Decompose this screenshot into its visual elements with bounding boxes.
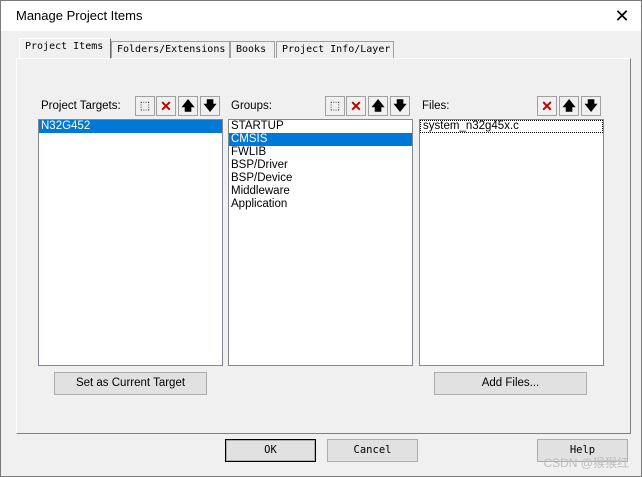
delete-icon[interactable]: ✕ bbox=[156, 96, 176, 116]
list-item[interactable]: FWLIB bbox=[229, 146, 412, 159]
arrow-down-icon[interactable]: 🡇 bbox=[581, 96, 601, 116]
arrow-up-icon[interactable]: 🡅 bbox=[368, 96, 388, 116]
delete-icon[interactable]: ✕ bbox=[346, 96, 366, 116]
arrow-up-icon[interactable]: 🡅 bbox=[559, 96, 579, 116]
list-item[interactable]: N32G452 bbox=[39, 120, 222, 133]
arrow-down-icon[interactable]: 🡇 bbox=[200, 96, 220, 116]
arrow-down-icon[interactable]: 🡇 bbox=[390, 96, 410, 116]
tab-books[interactable]: Books bbox=[230, 41, 275, 58]
tab-folders-extensions[interactable]: Folders/Extensions bbox=[111, 41, 230, 58]
cancel-button[interactable]: Cancel bbox=[327, 439, 418, 462]
list-item[interactable]: Application bbox=[229, 198, 412, 211]
list-item[interactable]: BSP/Device bbox=[229, 172, 412, 185]
add-files-button[interactable]: Add Files... bbox=[434, 372, 587, 395]
ok-button[interactable]: OK bbox=[225, 439, 316, 462]
close-icon[interactable]: ✕ bbox=[611, 5, 633, 27]
files-header: Files: ✕ 🡅 🡇 bbox=[419, 96, 604, 116]
list-item[interactable]: STARTUP bbox=[229, 120, 412, 133]
list-item[interactable]: CMSIS bbox=[229, 133, 412, 146]
tab-project-items[interactable]: Project Items bbox=[19, 38, 111, 59]
new-icon[interactable]: ⬚ bbox=[135, 96, 155, 116]
delete-icon[interactable]: ✕ bbox=[537, 96, 557, 116]
set-current-target-button[interactable]: Set as Current Target bbox=[54, 372, 207, 395]
groups-label: Groups: bbox=[231, 100, 272, 112]
groups-header: Groups: ⬚ ✕ 🡅 🡇 bbox=[228, 96, 413, 116]
targets-header: Project Targets: ⬚ ✕ 🡅 🡇 bbox=[38, 96, 223, 116]
targets-label: Project Targets: bbox=[41, 100, 121, 112]
title-bar: Manage Project Items ✕ bbox=[1, 1, 641, 31]
list-item[interactable]: system_n32g45x.c bbox=[420, 120, 603, 133]
tab-project-info-layer[interactable]: Project Info/Layer bbox=[276, 41, 394, 58]
groups-list[interactable]: STARTUP CMSIS FWLIB BSP/Driver BSP/Devic… bbox=[228, 119, 413, 366]
manage-project-items-dialog: Manage Project Items ✕ Project Items Fol… bbox=[0, 0, 642, 477]
list-item[interactable]: Middleware bbox=[229, 185, 412, 198]
targets-list[interactable]: N32G452 bbox=[38, 119, 223, 366]
arrow-up-icon[interactable]: 🡅 bbox=[178, 96, 198, 116]
list-item[interactable]: BSP/Driver bbox=[229, 159, 412, 172]
watermark: CSDN @猴猴红 bbox=[543, 456, 629, 470]
window-title: Manage Project Items bbox=[16, 8, 143, 23]
files-label: Files: bbox=[422, 100, 450, 112]
files-list[interactable]: system_n32g45x.c bbox=[419, 119, 604, 366]
new-icon[interactable]: ⬚ bbox=[325, 96, 345, 116]
